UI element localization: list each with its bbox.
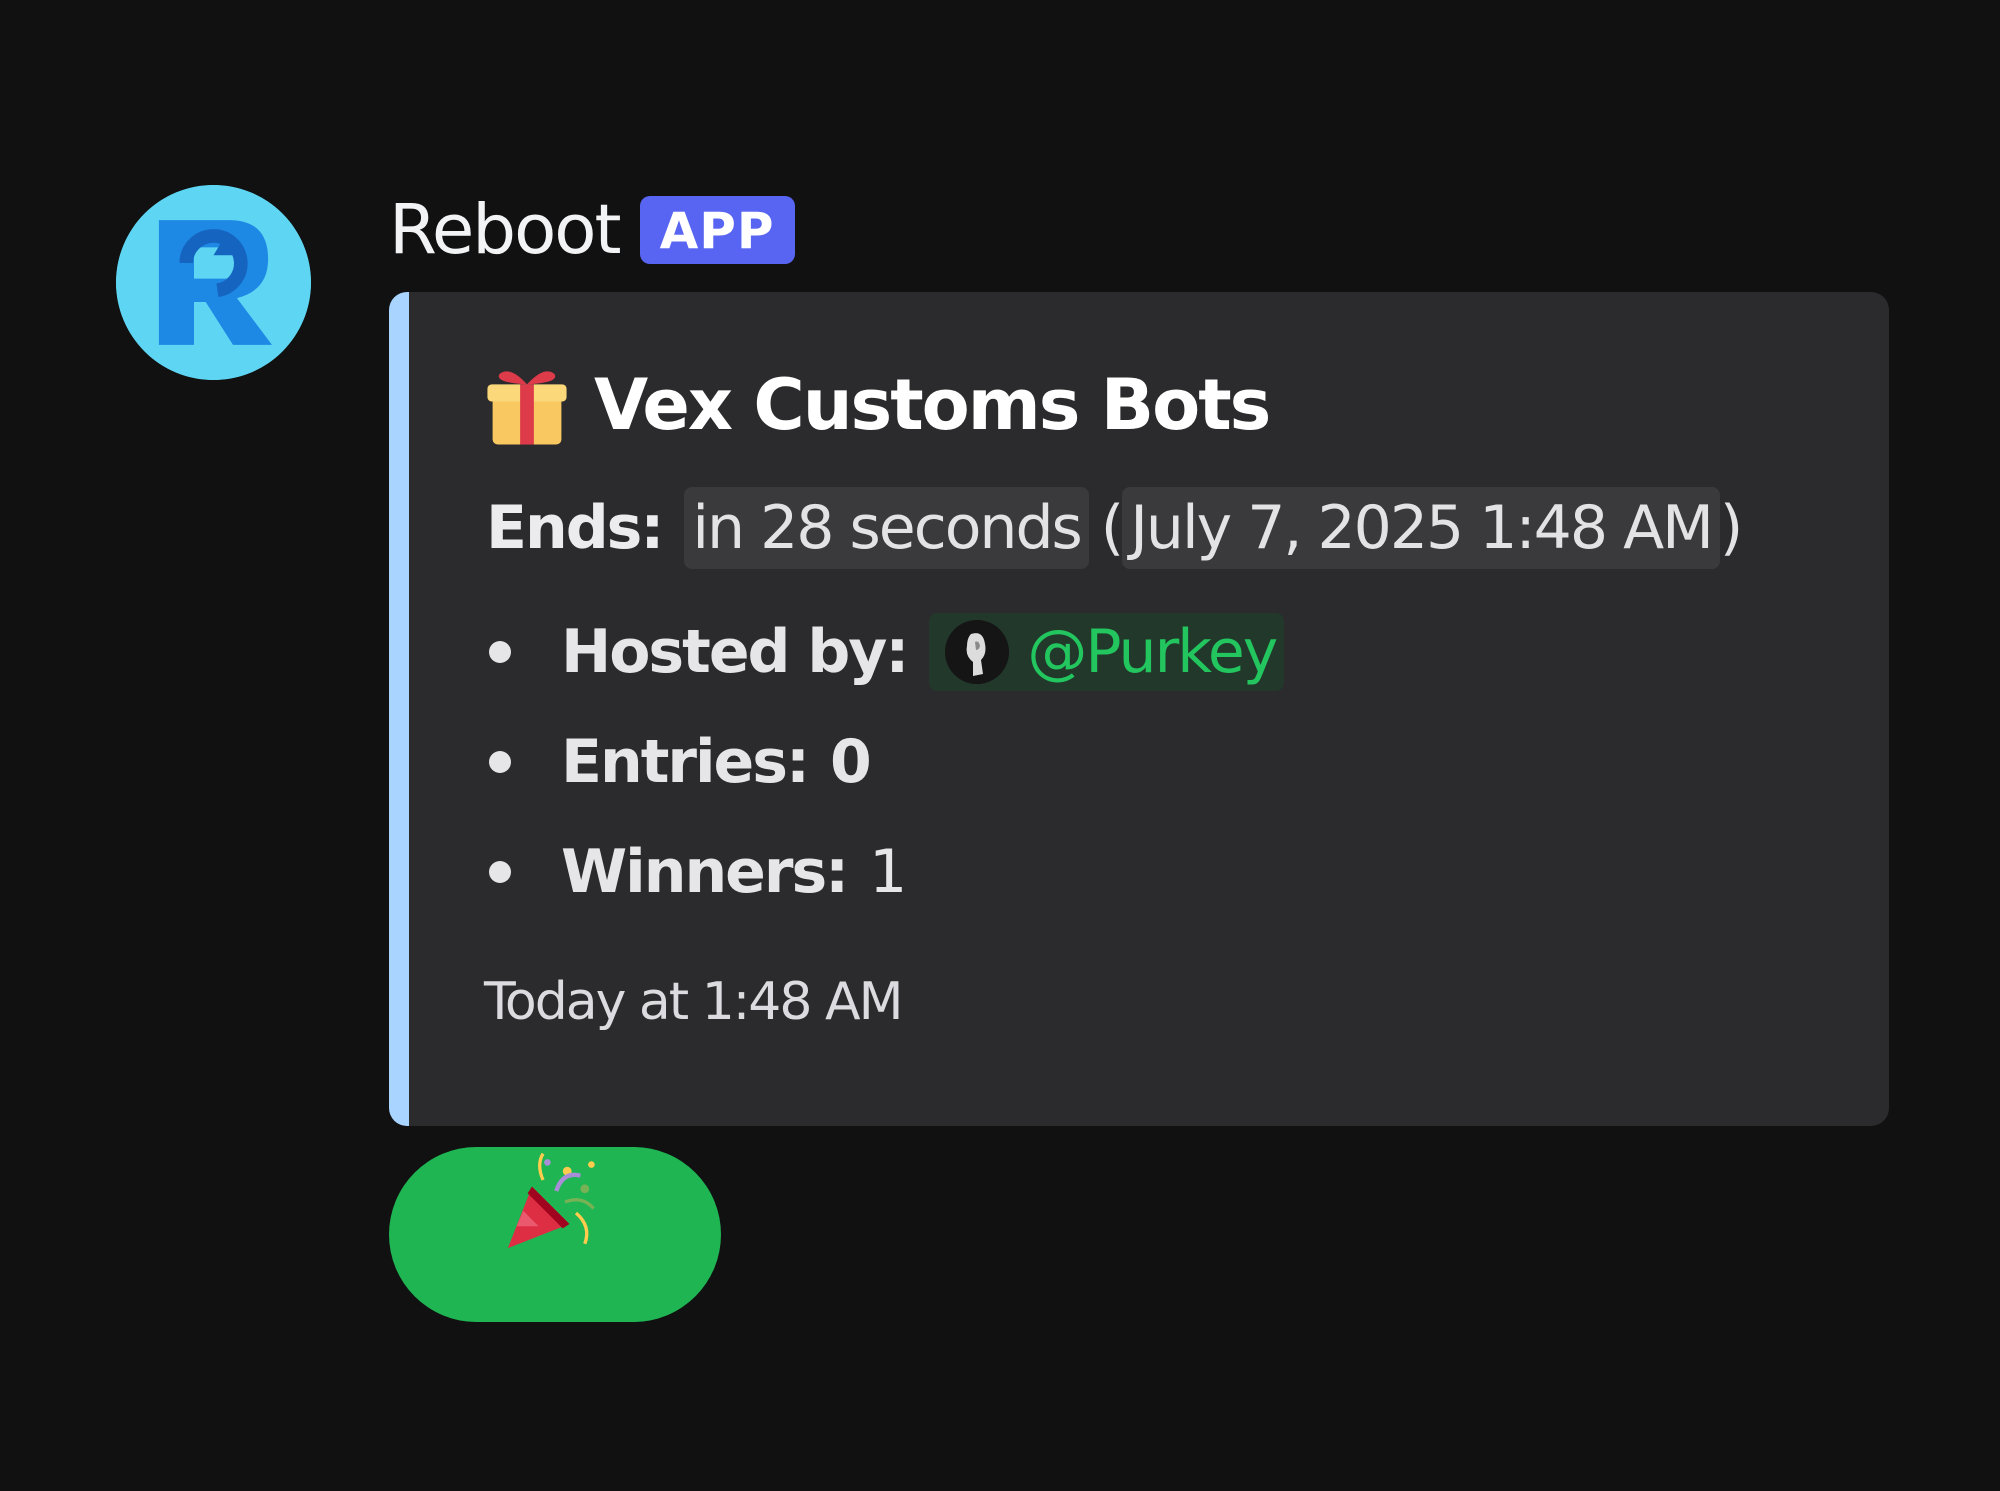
user-mention[interactable]: @Purkey [929, 613, 1285, 691]
absolute-timestamp[interactable]: July 7, 2025 1:48 AM [1122, 487, 1720, 569]
bullet [489, 751, 511, 773]
reboot-logo-icon [116, 185, 311, 380]
entries-value: 0 [829, 727, 872, 797]
ends-label: Ends: [486, 493, 664, 563]
gift-icon [484, 362, 570, 448]
winners-value: 1 [869, 837, 907, 907]
mention-name: @Purkey [1027, 617, 1278, 687]
open-paren: ( [1100, 493, 1124, 563]
author-name[interactable]: Reboot [389, 190, 622, 270]
field-label: Hosted by: [561, 617, 909, 687]
bullet [489, 861, 511, 883]
giveaway-embed: Vex Customs Bots Ends: in 28 seconds ( J… [389, 292, 1889, 1126]
list-item-entries: Entries: 0 [484, 707, 1284, 817]
embed-title: Vex Customs Bots [484, 362, 1271, 448]
chat-message: Reboot APP Vex Customs Bots Ends: in 28 … [0, 0, 2000, 1491]
giveaway-fields: Hosted by: @Purkey Entries: 0 Winners: 1 [484, 597, 1285, 927]
field-label: Entries: [561, 727, 810, 797]
field-label: Winners: [561, 837, 849, 907]
close-paren: ) [1719, 493, 1743, 563]
list-item-hosted-by: Hosted by: @Purkey [484, 597, 1285, 707]
app-badge: APP [639, 196, 795, 264]
bullet [489, 641, 511, 663]
party-popper-icon [507, 1152, 595, 1249]
bot-avatar[interactable] [116, 185, 311, 380]
mention-avatar [945, 620, 1010, 684]
list-item-winners: Winners: 1 [484, 817, 1284, 927]
message-header: Reboot APP [389, 190, 795, 270]
relative-timestamp[interactable]: in 28 seconds [684, 487, 1089, 569]
embed-title-text: Vex Customs Bots [594, 364, 1271, 446]
embed-footer-timestamp: Today at 1:48 AM [484, 972, 903, 1032]
ends-line: Ends: in 28 seconds ( July 7, 2025 1:48 … [486, 487, 1743, 569]
enter-giveaway-button[interactable] [389, 1147, 721, 1322]
